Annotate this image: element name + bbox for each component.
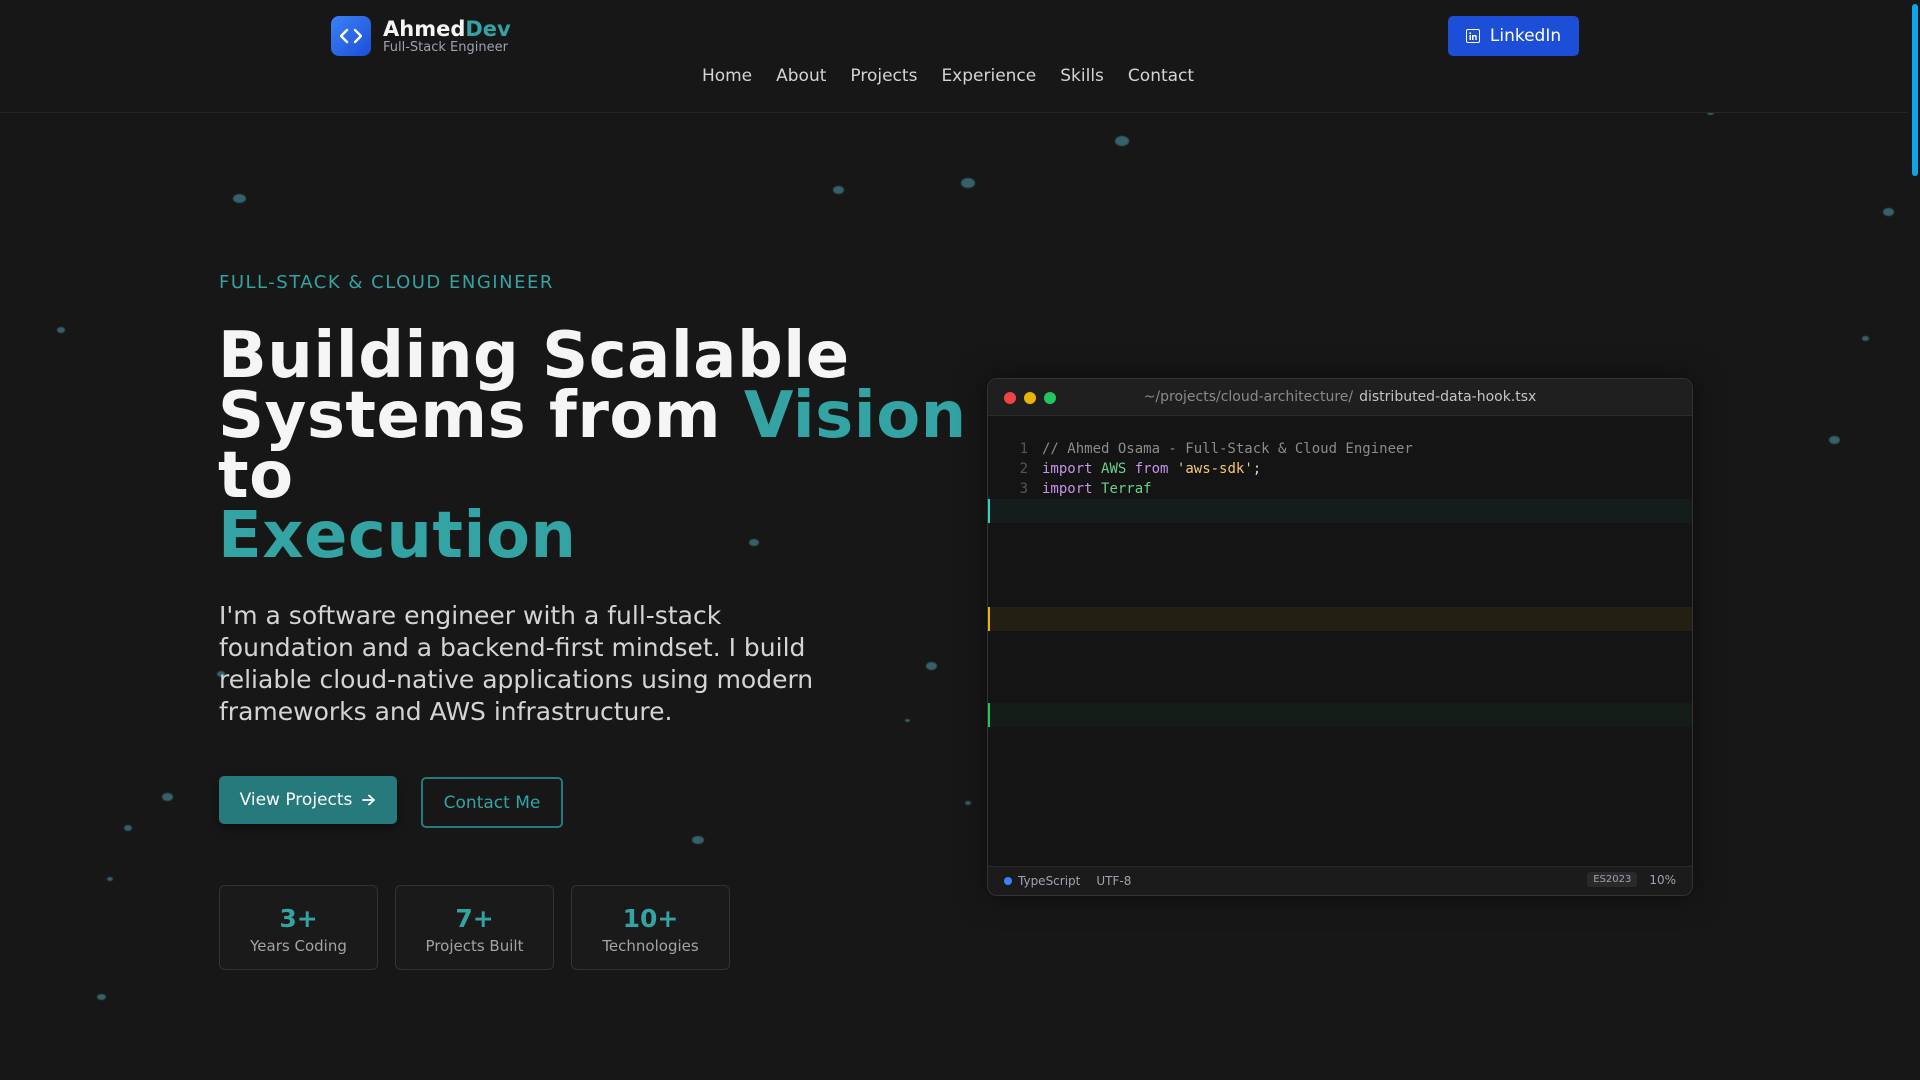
particle bbox=[124, 825, 132, 831]
status-language: TypeScript bbox=[1018, 874, 1081, 888]
headline-accent-vision: Vision bbox=[743, 379, 967, 453]
stat-card-projects: 7+ Projects Built bbox=[395, 885, 554, 970]
nav-about[interactable]: About bbox=[764, 66, 838, 86]
line-number: 1 bbox=[1019, 441, 1028, 457]
code-identifier: AWS bbox=[1101, 461, 1127, 477]
particle bbox=[97, 994, 106, 1000]
status-progress: 10% bbox=[1649, 872, 1676, 887]
logo-code-icon[interactable] bbox=[331, 16, 371, 56]
nav-experience[interactable]: Experience bbox=[929, 66, 1048, 86]
hero-eyebrow: FULL-STACK & CLOUD ENGINEER bbox=[219, 272, 554, 293]
headline-accent-execution: Execution bbox=[218, 499, 577, 573]
code-editor-window: ~/projects/cloud-architecture/distribute… bbox=[987, 378, 1693, 896]
language-dot-icon bbox=[1004, 877, 1012, 885]
nav-projects[interactable]: Projects bbox=[838, 66, 929, 86]
code-keyword: import bbox=[1042, 461, 1093, 477]
stat-value: 3+ bbox=[279, 904, 318, 933]
stat-value: 7+ bbox=[455, 904, 494, 933]
particle bbox=[692, 836, 704, 844]
particle bbox=[57, 327, 65, 333]
brand-subtitle: Full-Stack Engineer bbox=[383, 40, 508, 55]
stat-card-years: 3+ Years Coding bbox=[219, 885, 378, 970]
headline-line-2: Systems from bbox=[218, 379, 744, 453]
highlight-edge bbox=[988, 499, 990, 523]
particle bbox=[1829, 436, 1840, 444]
page-scrollbar[interactable] bbox=[1908, 0, 1920, 1080]
highlight-edge bbox=[988, 607, 990, 631]
hero-description: I'm a software engineer with a full-stac… bbox=[219, 601, 814, 726]
contact-me-button[interactable]: Contact Me bbox=[421, 777, 563, 828]
site-header: AhmedDev Full-Stack Engineer Home About … bbox=[0, 0, 1908, 113]
particle bbox=[1862, 336, 1869, 341]
particle bbox=[162, 793, 173, 801]
code-keyword: import bbox=[1042, 481, 1093, 497]
status-encoding: UTF-8 bbox=[1096, 874, 1132, 888]
code-line: 3 import Terraf bbox=[988, 479, 1692, 499]
file-name: distributed-data-hook.tsx bbox=[1359, 389, 1537, 405]
particle bbox=[833, 186, 844, 194]
highlight-line-yellow bbox=[988, 607, 1692, 631]
particle bbox=[233, 194, 246, 203]
particle bbox=[926, 662, 937, 670]
code-brackets-icon bbox=[340, 28, 362, 44]
line-number: 3 bbox=[1019, 481, 1028, 497]
contact-me-label: Contact Me bbox=[443, 792, 541, 813]
main-nav: Home About Projects Experience Skills Co… bbox=[0, 66, 1908, 86]
brand-name-accent: Dev bbox=[465, 17, 511, 41]
code-punctuation: ; bbox=[1252, 461, 1262, 477]
code-keyword: from bbox=[1134, 461, 1169, 477]
code-line: 1 // Ahmed Osama - Full-Stack & Cloud En… bbox=[988, 439, 1692, 459]
highlight-line-green bbox=[988, 703, 1692, 727]
particle bbox=[965, 801, 971, 805]
nav-contact[interactable]: Contact bbox=[1116, 66, 1206, 86]
nav-skills[interactable]: Skills bbox=[1048, 66, 1116, 86]
code-identifier: Terraf bbox=[1101, 481, 1152, 497]
code-editor-titlebar: ~/projects/cloud-architecture/distribute… bbox=[988, 379, 1692, 416]
highlight-line-teal bbox=[988, 499, 1692, 523]
directory-path: ~/projects/cloud-architecture/ bbox=[1143, 389, 1354, 405]
linkedin-icon bbox=[1465, 29, 1480, 43]
particle bbox=[1883, 208, 1894, 216]
file-path: ~/projects/cloud-architecture/distribute… bbox=[988, 389, 1692, 405]
particle bbox=[905, 719, 910, 722]
highlight-edge bbox=[988, 703, 990, 727]
line-number: 2 bbox=[1019, 461, 1028, 477]
status-target-badge: ES2023 bbox=[1587, 872, 1638, 887]
hero-headline: Building Scalable Systems from Vision to… bbox=[218, 324, 978, 568]
code-comment: // Ahmed Osama - Full-Stack & Cloud Engi… bbox=[1042, 441, 1413, 457]
linkedin-button[interactable]: LinkedIn bbox=[1448, 16, 1579, 56]
scrollbar-thumb[interactable] bbox=[1912, 4, 1918, 176]
linkedin-label: LinkedIn bbox=[1489, 26, 1562, 46]
stat-label: Technologies bbox=[602, 937, 699, 955]
stat-label: Projects Built bbox=[425, 937, 524, 955]
stat-label: Years Coding bbox=[250, 937, 347, 955]
stat-value: 10+ bbox=[622, 904, 679, 933]
nav-home[interactable]: Home bbox=[690, 66, 764, 86]
editor-status-bar: TypeScript UTF-8 ES2023 10% bbox=[988, 866, 1692, 895]
particle bbox=[1115, 136, 1129, 146]
code-content: 1 // Ahmed Osama - Full-Stack & Cloud En… bbox=[988, 439, 1692, 499]
view-projects-label: View Projects bbox=[239, 790, 353, 810]
code-string: 'aws-sdk' bbox=[1176, 461, 1253, 477]
brand-name[interactable]: AhmedDev bbox=[383, 17, 511, 41]
particle bbox=[961, 178, 975, 188]
arrow-right-icon bbox=[362, 794, 376, 806]
stat-card-technologies: 10+ Technologies bbox=[571, 885, 730, 970]
brand-name-main: Ahmed bbox=[383, 17, 466, 41]
code-line: 2 import AWS from 'aws-sdk'; bbox=[988, 459, 1692, 479]
particle bbox=[107, 877, 113, 881]
view-projects-button[interactable]: View Projects bbox=[219, 776, 397, 824]
